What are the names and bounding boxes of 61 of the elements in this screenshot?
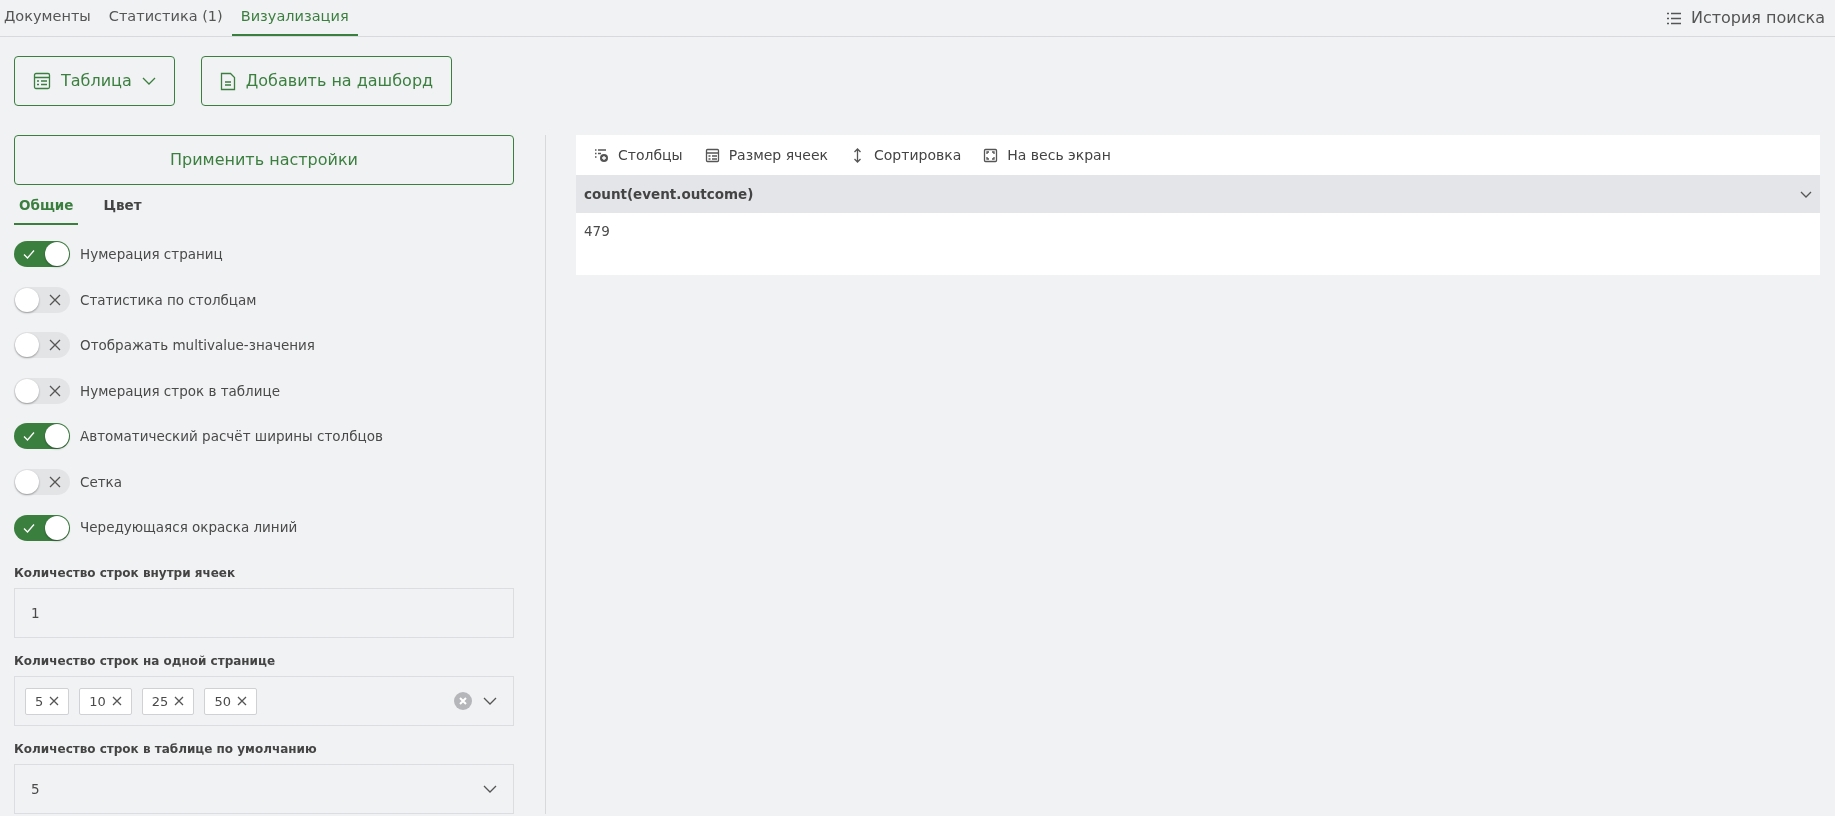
close-icon: [49, 339, 61, 352]
settings-tab[interactable]: Общие: [14, 189, 79, 226]
toolbar-button[interactable]: Столбцы: [594, 144, 683, 166]
chevron-down-icon: [1800, 190, 1812, 198]
columns-icon: [594, 147, 609, 163]
view-type-dropdown[interactable]: Таблица: [14, 56, 175, 106]
toggle-switch[interactable]: [14, 241, 70, 268]
check-icon: [23, 430, 35, 443]
document-icon: [219, 71, 236, 91]
apply-settings-button[interactable]: Применить настройки: [14, 135, 514, 185]
toggle-label: Нумерация страниц: [80, 244, 223, 264]
multi-select-field[interactable]: 5 10 25 50: [14, 676, 514, 727]
tag-chip: 25: [141, 687, 195, 715]
toolbar-button[interactable]: Сортировка: [850, 144, 962, 166]
field-label: Количество строк внутри ячеек: [14, 565, 237, 583]
toggle-switch[interactable]: [14, 377, 70, 404]
toggle-switch[interactable]: [14, 332, 70, 359]
toggle-label: Статистика по столбцам: [80, 290, 257, 310]
check-icon: [23, 521, 35, 534]
settings-tab[interactable]: Цвет: [98, 189, 147, 226]
remove-icon: [111, 696, 122, 707]
toggle-label: Чередующаяся окраска линий: [80, 518, 298, 538]
toolbar-button[interactable]: Размер ячеек: [704, 144, 829, 166]
list-icon: [1665, 11, 1681, 25]
tab[interactable]: Визуализация: [231, 0, 358, 36]
tab[interactable]: Статистика (1): [99, 0, 232, 36]
field-label: Количество строк в таблице по умолчанию: [14, 741, 318, 759]
toggle-switch[interactable]: [14, 469, 70, 495]
check-icon: [23, 248, 35, 261]
chevron-down-icon: [483, 697, 497, 706]
close-icon: [49, 293, 61, 306]
fullscreen-icon: [983, 147, 999, 163]
tab[interactable]: Документы: [0, 0, 100, 36]
tag-chip: 50: [204, 687, 257, 715]
toggle-switch[interactable]: [14, 514, 70, 541]
chevron-down-icon: [483, 785, 497, 794]
remove-icon: [174, 696, 185, 707]
search-history-button[interactable]: История поиска: [1655, 0, 1835, 36]
toggle-label: Отображать multivalue-значения: [80, 336, 315, 356]
table-cell-text: 479: [584, 222, 610, 241]
clear-icon: [453, 691, 473, 712]
select-field[interactable]: 5: [14, 764, 514, 814]
input-field[interactable]: 1: [14, 588, 514, 639]
chevron-down-icon: [141, 77, 156, 85]
tag-chip: 10: [79, 687, 132, 715]
remove-icon: [236, 696, 247, 707]
column-header[interactable]: count(event.outcome): [584, 183, 754, 205]
tag-chip: 5: [25, 687, 70, 715]
remove-icon: [49, 696, 60, 707]
table-icon: [33, 72, 51, 90]
toggle-switch[interactable]: [14, 423, 70, 450]
toggle-label: Автоматический расчёт ширины столбцов: [80, 427, 383, 447]
field-label: Количество строк на одной странице: [14, 653, 277, 671]
table-icon: [704, 147, 720, 163]
toggle-label: Сетка: [80, 472, 123, 492]
toggle-switch[interactable]: [14, 286, 70, 313]
toggle-label: Нумерация строк в таблице: [80, 381, 280, 401]
close-icon: [49, 476, 61, 488]
add-to-dashboard-button[interactable]: Добавить на дашборд: [200, 56, 453, 106]
close-icon: [49, 384, 61, 397]
toolbar-button[interactable]: На весь экран: [983, 144, 1111, 166]
